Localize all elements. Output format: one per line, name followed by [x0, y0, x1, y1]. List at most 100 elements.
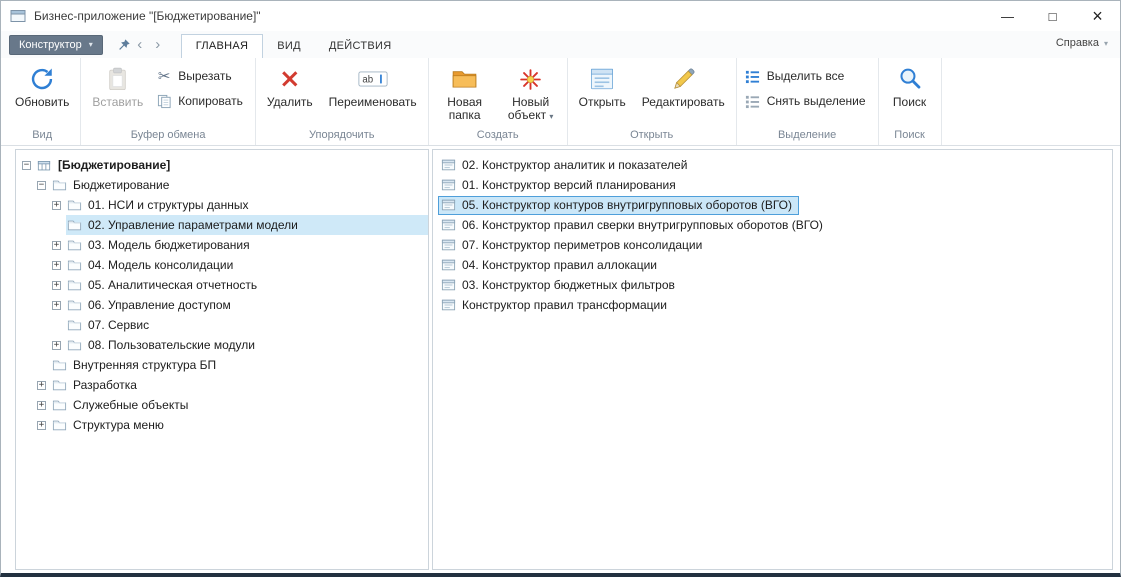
- help-label: Справка: [1056, 37, 1099, 49]
- group-label-open: Открыть: [571, 127, 733, 145]
- tree-item-label: 05. Аналитическая отчетность: [88, 278, 257, 292]
- chevron-down-icon: ▾: [1104, 39, 1108, 48]
- folder-icon: [67, 278, 83, 293]
- folder-icon: [67, 218, 83, 233]
- paste-button[interactable]: Вставить: [84, 60, 151, 111]
- list-item[interactable]: 01. Конструктор версий планирования: [438, 175, 1112, 195]
- list-panel: 02. Конструктор аналитик и показателей01…: [432, 149, 1113, 570]
- object-icon: [441, 238, 457, 253]
- folder-icon: [67, 198, 83, 213]
- pencil-icon: [671, 65, 696, 93]
- app-menu-button[interactable]: Конструктор ▾: [9, 35, 103, 55]
- new-folder-button[interactable]: Новая папка: [432, 60, 498, 124]
- expand-plus-icon[interactable]: +: [37, 381, 46, 390]
- search-button[interactable]: Поиск: [882, 60, 938, 111]
- tab-view[interactable]: ВИД: [263, 35, 315, 58]
- tree-panel: −[Бюджетирование]−Бюджетирование+01. НСИ…: [15, 149, 429, 570]
- ribbon-group-clipboard: Вставить ✂ Вырезать Копировать Буфер об: [81, 58, 256, 145]
- tab-main[interactable]: ГЛАВНАЯ: [181, 34, 264, 58]
- expand-plus-icon[interactable]: +: [37, 421, 46, 430]
- app-menu-label: Конструктор: [19, 39, 82, 51]
- collapse-minus-icon[interactable]: −: [22, 161, 31, 170]
- group-label-selection: Выделение: [740, 127, 875, 145]
- ribbon-group-selection: Выделить все Снять выделение Выделение: [737, 58, 879, 145]
- forward-button[interactable]: ›: [149, 37, 167, 52]
- ribbon-group-create: Новая папка Новый объект ▾ Создать: [429, 58, 568, 145]
- maximize-button[interactable]: □: [1030, 1, 1075, 31]
- expand-plus-icon[interactable]: +: [52, 241, 61, 250]
- expand-plus-icon[interactable]: +: [37, 401, 46, 410]
- ribbon-group-view: Обновить Вид: [4, 58, 81, 145]
- new-object-button[interactable]: Новый объект ▾: [498, 60, 564, 125]
- list-item[interactable]: 02. Конструктор аналитик и показателей: [438, 155, 1112, 175]
- tree-item-label: Служебные объекты: [73, 398, 188, 412]
- tree-item[interactable]: + Служебные объекты: [16, 395, 428, 415]
- folder-icon: [67, 318, 83, 333]
- object-icon: [441, 198, 457, 213]
- svg-text:ab: ab: [362, 75, 373, 86]
- rename-button[interactable]: ab Переименовать: [321, 60, 425, 111]
- expand-plus-icon[interactable]: +: [52, 301, 61, 310]
- expand-plus-icon[interactable]: +: [52, 261, 61, 270]
- ribbon-group-search: Поиск Поиск: [879, 58, 942, 145]
- ribbon: Обновить Вид Вставить ✂ Вырезать: [1, 58, 1120, 146]
- list-item-label: 06. Конструктор правил сверки внутригруп…: [462, 218, 823, 232]
- list-item[interactable]: 05. Конструктор контуров внутригрупповых…: [438, 195, 1112, 215]
- tree-item[interactable]: +03. Модель бюджетирования: [16, 235, 428, 255]
- close-button[interactable]: ×: [1075, 1, 1120, 31]
- app-icon: [10, 8, 26, 24]
- tree-item-label: 06. Управление доступом: [88, 298, 231, 312]
- tree-item[interactable]: +08. Пользовательские модули: [16, 335, 428, 355]
- tree-item[interactable]: 02. Управление параметрами модели: [16, 215, 428, 235]
- tree-item[interactable]: Внутренняя структура БП: [16, 355, 428, 375]
- tree-item[interactable]: +04. Модель консолидации: [16, 255, 428, 275]
- open-icon: [589, 65, 615, 93]
- tree-item-label: Бюджетирование: [73, 178, 169, 192]
- object-icon: [441, 218, 457, 233]
- collapse-minus-icon[interactable]: −: [37, 181, 46, 190]
- tab-actions[interactable]: ДЕЙСТВИЯ: [315, 35, 406, 58]
- tree-item[interactable]: +Структура меню: [16, 415, 428, 435]
- list-item[interactable]: 06. Конструктор правил сверки внутригруп…: [438, 215, 1112, 235]
- ribbon-group-open: Открыть Редактировать Открыть: [568, 58, 737, 145]
- list-item[interactable]: 03. Конструктор бюджетных фильтров: [438, 275, 1112, 295]
- delete-x-icon: ×: [279, 65, 301, 93]
- cut-button[interactable]: ✂ Вырезать: [151, 65, 252, 87]
- list-item-label: 03. Конструктор бюджетных фильтров: [462, 278, 675, 292]
- delete-button[interactable]: × Удалить: [259, 60, 321, 111]
- rename-icon: ab: [358, 65, 388, 93]
- select-all-icon: [745, 68, 761, 84]
- open-button[interactable]: Открыть: [571, 60, 634, 111]
- expand-plus-icon[interactable]: +: [52, 281, 61, 290]
- pin-ribbon-button[interactable]: [117, 38, 131, 52]
- help-button[interactable]: Справка ▾: [1056, 37, 1108, 49]
- object-icon: [441, 258, 457, 273]
- tree-item[interactable]: +Разработка: [16, 375, 428, 395]
- tree-item[interactable]: 07. Сервис: [16, 315, 428, 335]
- list-item[interactable]: 04. Конструктор правил аллокации: [438, 255, 1112, 275]
- expand-plus-icon[interactable]: +: [52, 341, 61, 350]
- tree-item[interactable]: +06. Управление доступом: [16, 295, 428, 315]
- tree-item[interactable]: +05. Аналитическая отчетность: [16, 275, 428, 295]
- tree-item[interactable]: +01. НСИ и структуры данных: [16, 195, 428, 215]
- folder-icon: [52, 378, 68, 393]
- group-label-view: Вид: [7, 127, 77, 145]
- object-icon: [441, 278, 457, 293]
- app-window: Бизнес-приложение "[Бюджетирование]" — □…: [0, 0, 1121, 577]
- copy-button[interactable]: Копировать: [151, 90, 252, 112]
- expand-plus-icon[interactable]: +: [52, 201, 61, 210]
- object-icon: [441, 178, 457, 193]
- edit-button[interactable]: Редактировать: [634, 60, 733, 111]
- clear-selection-button[interactable]: Снять выделение: [740, 90, 875, 112]
- minimize-button[interactable]: —: [985, 1, 1030, 31]
- tree-item-label: 02. Управление параметрами модели: [88, 218, 298, 232]
- select-all-button[interactable]: Выделить все: [740, 65, 875, 87]
- list-item[interactable]: 07. Конструктор периметров консолидации: [438, 235, 1112, 255]
- folder-icon: [67, 258, 83, 273]
- back-button[interactable]: ‹: [131, 37, 149, 52]
- list-item[interactable]: Конструктор правил трансформации: [438, 295, 1112, 315]
- tree-item[interactable]: − Бюджетирование: [16, 175, 428, 195]
- refresh-button[interactable]: Обновить: [7, 60, 77, 111]
- refresh-icon: [29, 65, 55, 93]
- tree-item[interactable]: −[Бюджетирование]: [16, 155, 428, 175]
